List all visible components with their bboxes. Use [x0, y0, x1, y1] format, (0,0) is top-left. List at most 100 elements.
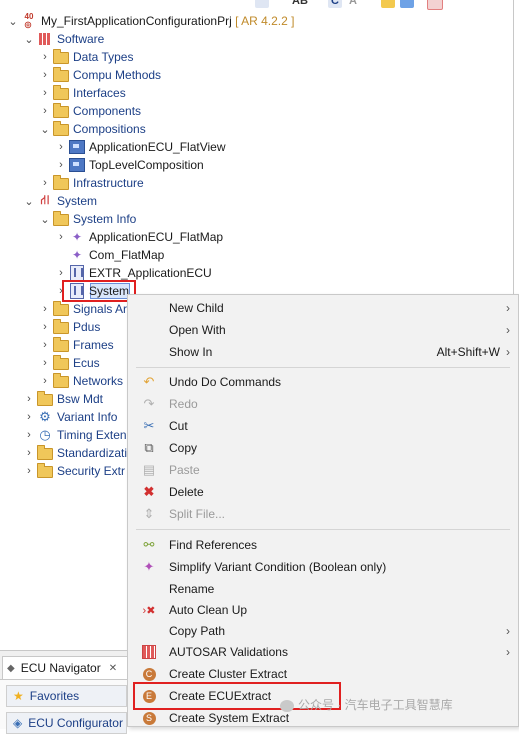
tree-item-infrastructure[interactable]: › Infrastructure	[40, 174, 144, 192]
tree-item-appecu-flatmap[interactable]: › ✦ ApplicationECU_FlatMap	[56, 228, 223, 246]
tree-item-ecus[interactable]: › Ecus	[40, 354, 100, 372]
chevron-down-icon[interactable]: ⌄	[40, 211, 50, 227]
tab-ecu-navigator[interactable]: ◆ ECU Navigator ✕	[2, 656, 128, 679]
tree-label: Security Extr	[57, 464, 126, 478]
menu-copy-path[interactable]: Copy Path ›	[128, 620, 518, 642]
tree-item-system-info[interactable]: ⌄ System Info	[40, 210, 136, 228]
menu-rename[interactable]: Rename	[128, 578, 518, 600]
chevron-down-icon[interactable]: ⌄	[40, 121, 50, 137]
menu-copy[interactable]: ⧉ Copy	[128, 437, 518, 459]
tree-label: Variant Info	[57, 410, 118, 424]
chevron-right-icon[interactable]: ›	[40, 175, 50, 191]
chevron-right-icon[interactable]: ›	[40, 355, 50, 371]
chevron-right-icon[interactable]: ›	[40, 373, 50, 389]
tree-item-signals[interactable]: › Signals Ar	[40, 300, 127, 318]
chevron-right-icon[interactable]: ›	[24, 391, 34, 407]
menu-label: Paste	[169, 463, 200, 477]
tree-label: Data Types	[73, 50, 134, 64]
chevron-right-icon[interactable]: ›	[24, 427, 34, 443]
system-tree-icon: ⛙	[40, 192, 50, 207]
chevron-right-icon[interactable]: ›	[40, 67, 50, 83]
chevron-right-icon[interactable]: ›	[56, 229, 66, 245]
tree-item-standardization[interactable]: › Standardizati	[24, 444, 127, 462]
chevron-right-icon[interactable]: ›	[40, 301, 50, 317]
chevron-down-icon[interactable]: ⌄	[24, 193, 34, 209]
tree-item-data-types[interactable]: › Data Types	[40, 48, 133, 66]
menu-split-file[interactable]: ⇕ Split File...	[128, 503, 518, 525]
tree-label: Components	[73, 104, 142, 118]
tree-label: Com_FlatMap	[89, 248, 165, 262]
paste-icon: ▤	[142, 462, 156, 477]
tree-item-project[interactable]: ⌄ 40 ◎ My_FirstApplicationConfigurationPr…	[8, 12, 294, 30]
chevron-right-icon[interactable]: ›	[40, 319, 50, 335]
tree-item-appecu-flatview[interactable]: › ApplicationECU_FlatView	[56, 138, 226, 156]
tree-label: Timing Exten	[57, 428, 127, 442]
nav-item-favorites[interactable]: ★ Favorites	[6, 685, 127, 707]
tree-item-frames[interactable]: › Frames	[40, 336, 114, 354]
tree-item-security[interactable]: › Security Extr	[24, 462, 125, 480]
menu-paste[interactable]: ▤ Paste	[128, 459, 518, 481]
chevron-right-icon[interactable]: ›	[56, 139, 66, 155]
chevron-right-icon: ›	[506, 624, 510, 638]
tree-label: TopLevelComposition	[89, 158, 204, 172]
folder-icon	[37, 391, 53, 407]
menu-find-references[interactable]: ⚯ Find References	[128, 534, 518, 556]
system-icon	[69, 265, 85, 281]
tree-item-software[interactable]: ⌄ Software	[24, 30, 104, 48]
chevron-right-icon[interactable]: ›	[24, 409, 34, 425]
tree-item-timing[interactable]: › ◷ Timing Exten	[24, 426, 127, 444]
menu-show-in[interactable]: Show In Alt+Shift+W ›	[128, 341, 518, 363]
delete-icon: ✖	[143, 484, 155, 499]
folder-icon	[53, 337, 69, 353]
folder-icon	[53, 85, 69, 101]
menu-label: Create Cluster Extract	[169, 667, 288, 681]
configurator-icon: ◈	[13, 716, 23, 730]
menu-label: Delete	[169, 485, 204, 499]
tree-item-bsw-mdt[interactable]: › Bsw Mdt	[24, 390, 103, 408]
chevron-right-icon[interactable]: ›	[56, 265, 66, 281]
menu-auto-clean-up[interactable]: ›✖ Auto Clean Up	[128, 599, 518, 621]
menu-delete[interactable]: ✖ Delete	[128, 481, 518, 503]
nav-item-ecu-configurator[interactable]: ◈ ECU Configurator	[6, 712, 127, 734]
menu-label: Copy	[169, 441, 198, 455]
menu-label: Simplify Variant Condition (Boolean only…	[169, 560, 387, 574]
tree-item-pdus[interactable]: › Pdus	[40, 318, 100, 336]
chevron-right-icon[interactable]: ›	[40, 103, 50, 119]
menu-label: Show In	[169, 345, 213, 359]
chevron-right-icon[interactable]: ›	[24, 463, 34, 479]
flatmap-icon: ✦	[71, 248, 83, 262]
redo-icon: ↷	[143, 396, 155, 411]
tree-item-compositions[interactable]: ⌄ Compositions	[40, 120, 146, 138]
folder-icon	[53, 319, 69, 335]
tree-item-toplevel-composition[interactable]: › TopLevelComposition	[56, 156, 204, 174]
chevron-right-icon[interactable]: ›	[40, 337, 50, 353]
tree-item-interfaces[interactable]: › Interfaces	[40, 84, 126, 102]
chevron-down-icon[interactable]: ⌄	[8, 13, 18, 29]
chevron-right-icon[interactable]: ›	[24, 445, 34, 461]
tree-item-networks[interactable]: › Networks	[40, 372, 123, 390]
folder-icon	[37, 445, 53, 461]
tree-item-com-flatmap[interactable]: ✦ Com_FlatMap	[69, 246, 164, 264]
tree-item-system[interactable]: ⌄ ⛙ System	[24, 192, 97, 210]
chevron-right-icon[interactable]: ›	[40, 85, 50, 101]
close-icon[interactable]: ✕	[109, 663, 117, 674]
menu-autosar-validations[interactable]: AUTOSAR Validations ›	[128, 641, 518, 663]
menu-simplify-variant[interactable]: ✦ Simplify Variant Condition (Boolean on…	[128, 556, 518, 578]
menu-new-child[interactable]: New Child ›	[128, 297, 518, 319]
menu-cut[interactable]: ✂ Cut	[128, 415, 518, 437]
menu-label: Redo	[169, 397, 198, 411]
tree-item-variant-info[interactable]: › ⚙ Variant Info	[24, 408, 117, 426]
tree-item-compu-methods[interactable]: › Compu Methods	[40, 66, 161, 84]
menu-redo[interactable]: ↷ Redo	[128, 393, 518, 415]
tree-item-components[interactable]: › Components	[40, 102, 141, 120]
menu-label: Create System Extract	[169, 711, 290, 725]
chevron-right-icon[interactable]: ›	[56, 157, 66, 173]
chevron-down-icon[interactable]: ⌄	[24, 31, 34, 47]
watermark-text: 公众号 · 汽车电子工具智慧库	[298, 698, 453, 712]
menu-open-with[interactable]: Open With ›	[128, 319, 518, 341]
menu-label: Split File...	[169, 507, 226, 521]
menu-undo[interactable]: ↶ Undo Do Commands	[128, 371, 518, 393]
tree-label: Standardizati	[57, 446, 128, 460]
project-name: My_FirstApplicationConfigurationPrj	[41, 14, 232, 28]
chevron-right-icon[interactable]: ›	[40, 49, 50, 65]
